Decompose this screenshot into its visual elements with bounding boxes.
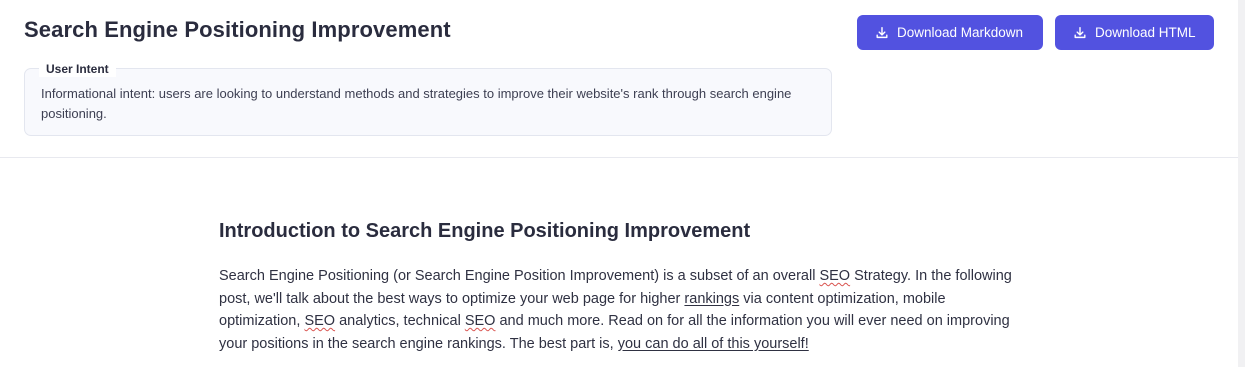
text-run: analytics, technical	[335, 313, 465, 329]
download-html-button[interactable]: Download HTML	[1055, 15, 1214, 50]
scrollbar-track[interactable]	[1238, 0, 1245, 367]
user-intent-text: Informational intent: users are looking …	[41, 86, 792, 121]
download-markdown-button[interactable]: Download Markdown	[857, 15, 1043, 50]
download-html-label: Download HTML	[1095, 25, 1196, 40]
download-icon	[876, 26, 888, 38]
text-run: Search Engine Positioning (or Search Eng…	[219, 268, 820, 284]
rankings-link[interactable]: rankings	[684, 291, 739, 307]
page-title: Search Engine Positioning Improvement	[24, 17, 451, 42]
intro-paragraph: Search Engine Positioning (or Search Eng…	[219, 265, 1019, 355]
section-heading: Introduction to Search Engine Positionin…	[219, 220, 751, 242]
do-it-yourself-link[interactable]: you can do all of this yourself!	[618, 336, 809, 352]
report-header: Search Engine Positioning Improvement Do…	[0, 0, 1238, 158]
user-intent-label: User Intent	[39, 61, 116, 77]
download-markdown-label: Download Markdown	[897, 25, 1024, 40]
article-content: Introduction to Search Engine Positionin…	[219, 218, 1019, 355]
spellcheck-word: SEO	[819, 268, 851, 284]
spellcheck-word: SEO	[464, 313, 496, 329]
spellcheck-word: SEO	[304, 313, 336, 329]
user-intent-box: User Intent Informational intent: users …	[24, 61, 832, 136]
download-icon	[1074, 26, 1086, 38]
